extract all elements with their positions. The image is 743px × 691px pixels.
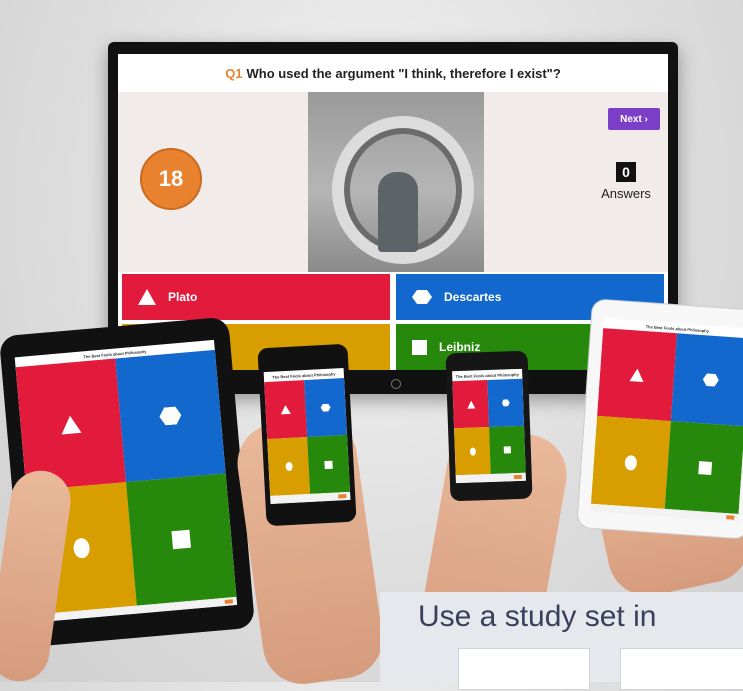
triangle-icon (280, 404, 291, 415)
answer-grid (452, 378, 526, 476)
circle-icon (284, 461, 293, 472)
circle-icon (624, 454, 638, 471)
option-label: Descartes (444, 290, 502, 304)
hexagon-icon (412, 290, 432, 304)
hexagon-icon (502, 399, 510, 406)
question-image (308, 92, 484, 272)
device-footer (455, 472, 526, 484)
answer-red[interactable] (597, 328, 677, 422)
square-icon (503, 446, 511, 454)
study-set-banner: Use a study set in (380, 592, 743, 690)
footer-badge (338, 494, 347, 499)
phone-2-screen: The Best Fools about Philosophy (452, 368, 526, 484)
answer-blue[interactable] (115, 349, 226, 483)
option-plato[interactable]: Plato (122, 274, 390, 320)
question-text: Who used the argument "I think, therefor… (246, 65, 561, 81)
answer-green[interactable] (126, 473, 237, 606)
question-number: Q1 (225, 65, 243, 81)
answer-blue[interactable] (670, 333, 743, 427)
answer-red[interactable] (452, 380, 490, 429)
answers-count: 0 (616, 162, 636, 182)
answer-yellow[interactable] (454, 426, 491, 476)
answer-blue[interactable] (487, 378, 525, 427)
answers-label: Answers (601, 186, 651, 201)
answer-green[interactable] (664, 421, 743, 515)
phone-1: The Best Fools about Philosophy (257, 343, 357, 527)
triangle-icon (138, 289, 156, 305)
answer-green[interactable] (489, 425, 526, 474)
triangle-icon (629, 367, 645, 382)
option-label: Plato (168, 290, 198, 304)
answer-grid (264, 377, 351, 497)
square-icon (697, 460, 712, 475)
answers-counter: 0 Answers (586, 162, 666, 201)
square-icon (171, 529, 191, 550)
option-card[interactable] (458, 648, 590, 690)
answer-green[interactable] (307, 434, 351, 494)
hexagon-icon (702, 373, 719, 387)
banner-title: Use a study set in (418, 600, 657, 633)
tablet-right: The Best Fools about Philosophy (576, 298, 743, 540)
tablet-right-screen: The Best Fools about Philosophy (590, 318, 743, 522)
answer-grid (590, 328, 743, 515)
circle-icon (469, 446, 476, 456)
triangle-icon (60, 414, 82, 435)
triangle-icon (466, 399, 475, 409)
image-figure (378, 172, 418, 252)
square-icon (412, 339, 427, 355)
hexagon-icon (320, 403, 330, 412)
footer-badge (726, 515, 735, 520)
circle-icon (72, 537, 91, 559)
phone-1-screen: The Best Fools about Philosophy (263, 367, 351, 505)
footer-badge (513, 474, 522, 480)
footer-badge (224, 599, 233, 604)
square-icon (324, 460, 333, 469)
question-media-area: 18 Next › 0 Answers (118, 92, 668, 272)
answer-yellow[interactable] (267, 436, 311, 497)
answer-red[interactable] (264, 380, 308, 440)
next-button[interactable]: Next › (608, 108, 660, 130)
hexagon-icon (159, 406, 182, 426)
tv-power-led (391, 379, 401, 389)
answer-blue[interactable] (304, 377, 348, 437)
countdown-timer: 18 (140, 148, 202, 210)
phone-2: The Best Fools about Philosophy (445, 350, 533, 502)
option-card[interactable] (620, 648, 743, 690)
answer-yellow[interactable] (590, 415, 671, 509)
promo-scene: Q1 Who used the argument "I think, there… (0, 0, 743, 691)
question-bar: Q1 Who used the argument "I think, there… (118, 54, 668, 92)
